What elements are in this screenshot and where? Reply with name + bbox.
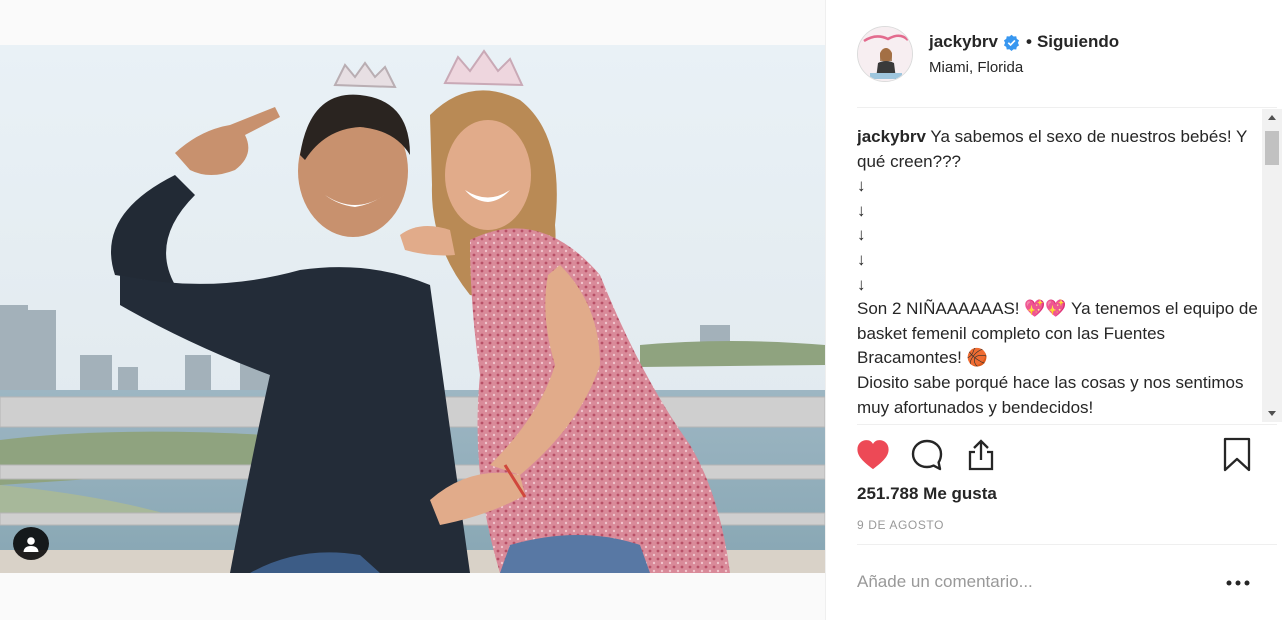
caption-line: ↓ — [857, 274, 866, 294]
caption-line: ↓ — [857, 249, 866, 269]
avatar-image — [858, 27, 912, 81]
username-link[interactable]: jackybrv — [929, 32, 998, 52]
caption-divider — [857, 424, 1277, 425]
bookmark-icon — [1223, 437, 1251, 472]
like-count[interactable]: 251.788 Me gusta — [857, 484, 997, 504]
save-button[interactable] — [1219, 435, 1255, 475]
header-divider — [857, 107, 1277, 108]
caption-author[interactable]: jackybrv — [857, 127, 926, 146]
user-tag-button[interactable] — [13, 527, 49, 560]
post-header: jackybrv • Siguiendo Miami, Florida — [857, 24, 1257, 84]
post-side-panel: jackybrv • Siguiendo Miami, Florida jack… — [825, 0, 1283, 620]
caption-line: Son 2 NIÑAAAAAAS! 💖💖 Ya tenemos el equip… — [857, 299, 1263, 368]
caption-line: jackybrv Ya sabemos el sexo de nuestros … — [857, 127, 1252, 171]
triangle-up-icon — [1268, 115, 1276, 120]
caption-line: ↓ — [857, 176, 866, 196]
comment-divider — [857, 544, 1277, 545]
post-actions — [857, 435, 1273, 475]
scroll-up-arrow[interactable] — [1262, 109, 1282, 126]
user-tag-icon — [23, 536, 39, 552]
post-date[interactable]: 9 DE AGOSTO — [857, 518, 944, 532]
share-icon — [968, 439, 994, 471]
comment-icon — [911, 439, 943, 471]
caption: jackybrv Ya sabemos el sexo de nuestros … — [857, 112, 1263, 420]
following-button[interactable]: Siguiendo — [1037, 32, 1119, 52]
share-button[interactable] — [963, 435, 999, 475]
scroll-thumb[interactable] — [1265, 131, 1279, 165]
caption-line: ↓ — [857, 200, 866, 220]
comment-input[interactable] — [857, 568, 1187, 596]
username-line: jackybrv • Siguiendo — [929, 32, 1119, 52]
heart-icon — [857, 440, 889, 470]
triangle-down-icon — [1268, 411, 1276, 416]
couple-photo-illustration — [0, 45, 825, 573]
caption-scrollbar[interactable] — [1262, 109, 1282, 422]
scroll-down-arrow[interactable] — [1262, 405, 1282, 422]
location-link[interactable]: Miami, Florida — [929, 59, 1023, 76]
caption-scroll-area[interactable]: jackybrv Ya sabemos el sexo de nuestros … — [857, 112, 1263, 424]
separator-dot: • — [1026, 32, 1032, 51]
more-options-button[interactable] — [1221, 572, 1255, 594]
caption-line: Diosito sabe porqué hace las cosas y nos… — [857, 372, 1249, 417]
ellipsis-icon — [1226, 580, 1250, 586]
like-button[interactable] — [855, 435, 891, 475]
post-media-panel — [0, 0, 825, 620]
comment-button[interactable] — [909, 435, 945, 475]
verified-badge-icon — [1003, 34, 1020, 51]
avatar[interactable] — [857, 26, 913, 82]
caption-line: ↓ — [857, 225, 866, 245]
post-photo[interactable] — [0, 45, 825, 573]
